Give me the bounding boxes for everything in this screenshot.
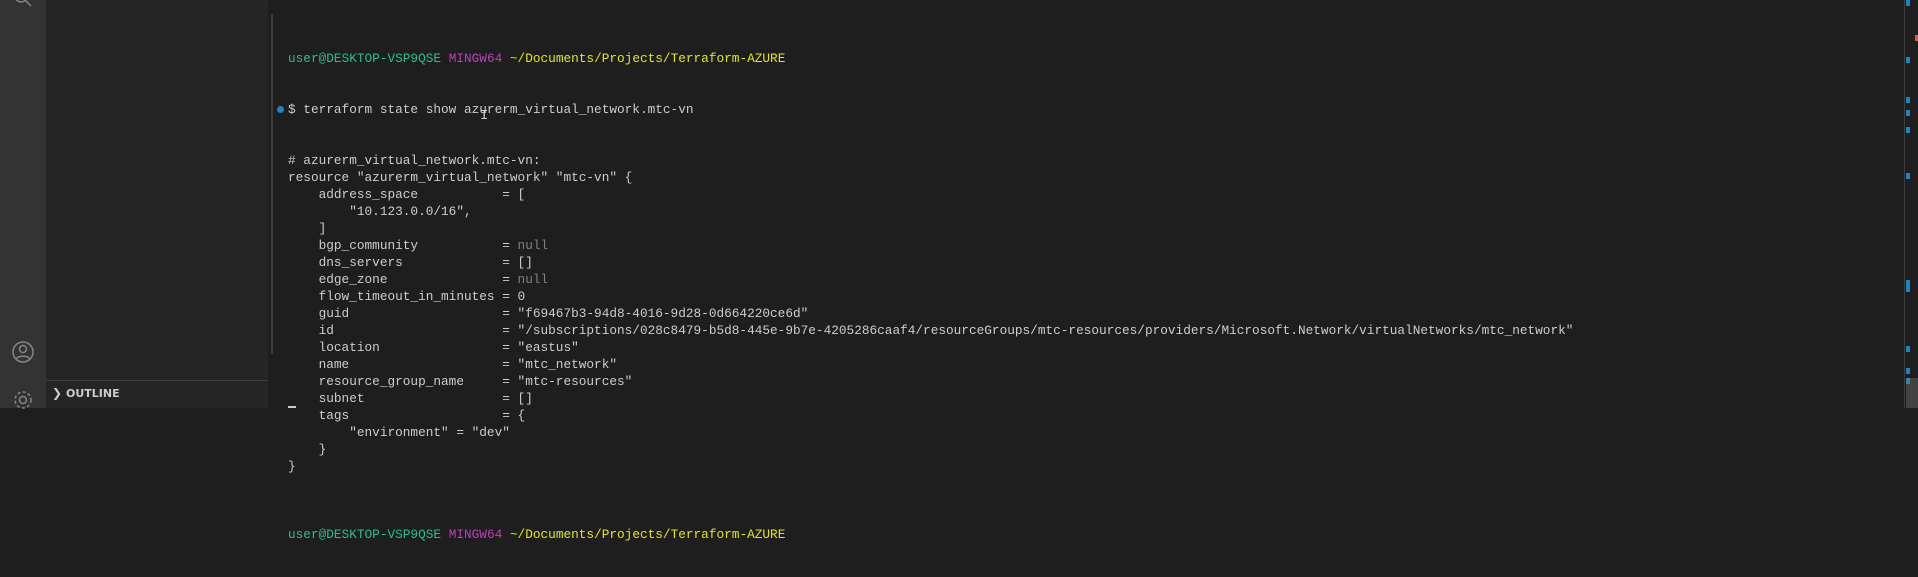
output-text: tags = { <box>288 408 526 423</box>
ruler-mark <box>1906 280 1910 292</box>
terminal-panel[interactable]: user@DESKTOP-VSP9QSE MINGW64 ~/Documents… <box>268 0 1904 542</box>
prompt-shell: MINGW64 <box>448 527 503 542</box>
output-line: name = "mtc_network" <box>288 356 1573 373</box>
ruler-mark <box>1906 368 1910 374</box>
prompt-path: ~/Documents/Projects/Terraform-AZURE <box>509 527 786 542</box>
overview-ruler-scrollbar[interactable] <box>1904 0 1918 408</box>
output-text: guid = "f69467b3-94d8-4016-9d28-0d664220… <box>288 306 809 321</box>
outline-section-header[interactable]: ❯ OUTLINE <box>52 384 120 402</box>
search-icon[interactable] <box>11 0 35 10</box>
output-line: "10.123.0.0/16", <box>288 203 1573 220</box>
output-line: subnet = [] <box>288 390 1573 407</box>
scrollbar-thumb[interactable] <box>1906 378 1918 408</box>
output-text: ] <box>288 221 327 236</box>
output-line: id = "/subscriptions/028c8479-b5d8-445e-… <box>288 322 1574 339</box>
divider <box>46 380 268 381</box>
chevron-right-icon: ❯ <box>52 386 63 400</box>
prompt-shell: MINGW64 <box>448 51 503 66</box>
output-text: "10.123.0.0/16", <box>288 204 472 219</box>
output-text: resource "azurerm_virtual_network" "mtc-… <box>288 170 633 185</box>
output-text: bgp_community = <box>288 238 518 253</box>
output-text: id = "/subscriptions/028c8479-b5d8-445e-… <box>288 323 1574 338</box>
ruler-mark <box>1906 346 1910 352</box>
sidebar: ❯ OUTLINE <box>46 0 268 408</box>
output-line: guid = "f69467b3-94d8-4016-9d28-0d664220… <box>288 305 1573 322</box>
output-line: resource_group_name = "mtc-resources" <box>288 373 1573 390</box>
ruler-mark <box>1906 0 1910 6</box>
ruler-mark <box>1906 57 1910 63</box>
output-text: "environment" = "dev" <box>288 425 510 440</box>
output-text: } <box>288 459 296 474</box>
output-line: ] <box>288 220 1573 237</box>
output-line: address_space = [ <box>288 186 1573 203</box>
command-status-dot-icon[interactable] <box>277 106 284 113</box>
mouse-ibeam-cursor-icon: I <box>480 108 489 124</box>
output-text: # azurerm_virtual_network.mtc-vn: <box>288 153 541 168</box>
prompt-line: user@DESKTOP-VSP9QSE MINGW64 ~/Documents… <box>288 50 1573 67</box>
terminal-output: user@DESKTOP-VSP9QSE MINGW64 ~/Documents… <box>277 16 1574 577</box>
prompt-user: user@DESKTOP-VSP9QSE <box>288 51 442 66</box>
output-text: dns_servers = [] <box>288 255 533 270</box>
output-line: # azurerm_virtual_network.mtc-vn: <box>288 152 1573 169</box>
output-line: resource "azurerm_virtual_network" "mtc-… <box>288 169 1573 186</box>
output-line: } <box>288 458 1573 475</box>
ruler-mark <box>1906 110 1910 116</box>
output-text: edge_zone = <box>288 272 518 287</box>
ruler-mark <box>1906 127 1910 133</box>
activity-bar <box>0 0 46 409</box>
command-decoration-line <box>271 14 273 354</box>
output-text: flow_timeout_in_minutes = 0 <box>288 289 526 304</box>
output-line: flow_timeout_in_minutes = 0 <box>288 288 1573 305</box>
output-text: resource_group_name = "mtc-resources" <box>288 374 633 389</box>
output-text: name = "mtc_network" <box>288 357 618 372</box>
prompt-path: ~/Documents/Projects/Terraform-AZURE <box>509 51 786 66</box>
null-value: null <box>517 238 549 253</box>
output-text: } <box>288 442 327 457</box>
output-line: location = "eastus" <box>288 339 1573 356</box>
output-line: edge_zone = null <box>288 271 1573 288</box>
null-value: null <box>517 272 549 287</box>
output-line: dns_servers = [] <box>288 254 1573 271</box>
account-icon[interactable] <box>11 340 35 364</box>
ruler-mark <box>1906 97 1910 103</box>
command-text: $ terraform state show azurerm_virtual_n… <box>288 102 694 117</box>
output-text: subnet = [] <box>288 391 533 406</box>
output-line: tags = { <box>288 407 1573 424</box>
output-text: address_space = [ <box>288 187 526 202</box>
ruler-mark <box>1906 173 1910 179</box>
output-text: location = "eastus" <box>288 340 579 355</box>
output-line: "environment" = "dev" <box>288 424 1573 441</box>
prompt-line: user@DESKTOP-VSP9QSE MINGW64 ~/Documents… <box>288 526 1573 543</box>
settings-gear-icon[interactable] <box>11 388 35 412</box>
output-line: } <box>288 441 1573 458</box>
prompt-user: user@DESKTOP-VSP9QSE <box>288 527 442 542</box>
outline-label: OUTLINE <box>66 386 120 400</box>
output-line: bgp_community = null <box>288 237 1573 254</box>
